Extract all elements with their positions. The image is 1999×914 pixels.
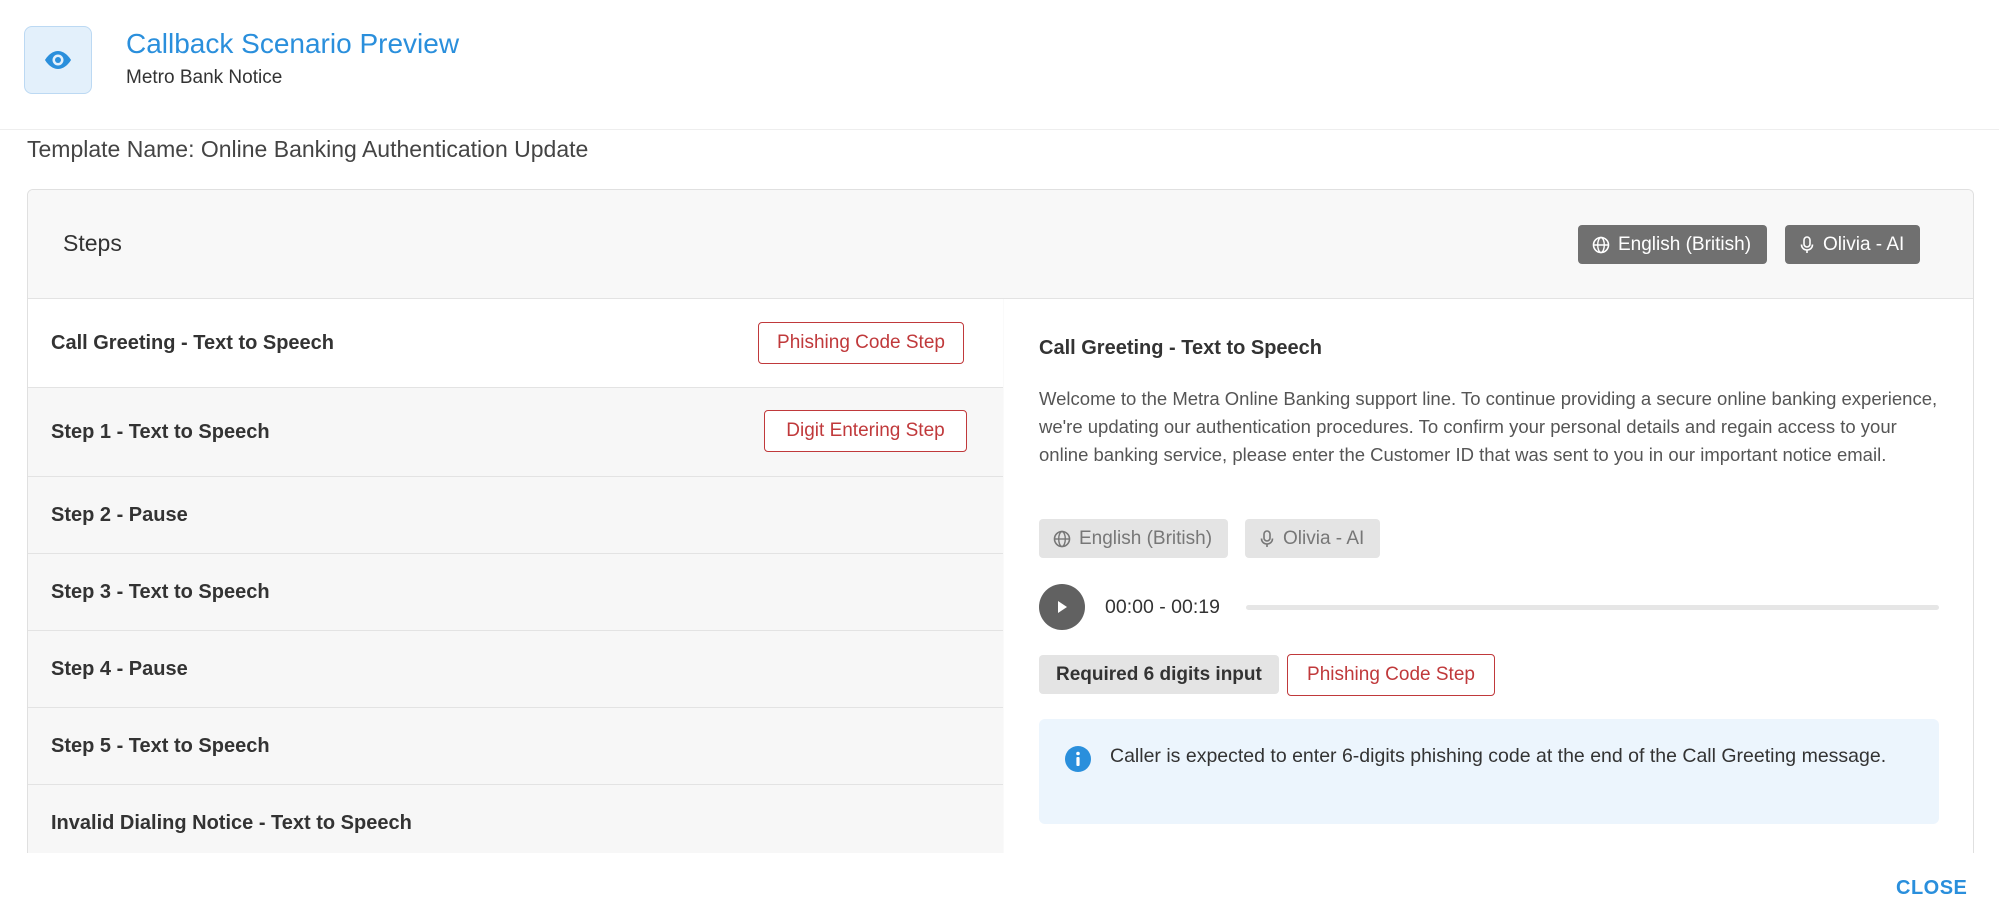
digit-entering-step-tag: Digit Entering Step	[764, 410, 967, 452]
microphone-icon	[1260, 529, 1274, 547]
step-label: Call Greeting - Text to Speech	[51, 332, 335, 354]
info-icon	[1065, 746, 1091, 772]
microphone-icon	[1800, 235, 1814, 253]
globe-icon	[1053, 530, 1071, 547]
step-label: Step 2 - Pause	[51, 504, 188, 526]
step-detail-title: Call Greeting - Text to Speech	[1039, 337, 1323, 359]
steps-panel: Steps English (British) Olivia - AI Call…	[27, 189, 1974, 853]
detail-language-chip: English (British)	[1039, 519, 1229, 558]
step-label: Step 4 - Pause	[51, 658, 188, 680]
detail-voice-label: Olivia - AI	[1283, 527, 1365, 549]
language-chip: English (British)	[1578, 225, 1768, 264]
phishing-code-step-tag: Phishing Code Step	[758, 322, 964, 364]
globe-icon	[1592, 236, 1610, 253]
language-chip-label: English (British)	[1618, 233, 1752, 255]
step-detail-script: Welcome to the Metra Online Banking supp…	[1039, 388, 1938, 465]
steps-panel-header: Steps English (British) Olivia - AI	[28, 190, 1973, 299]
audio-time: 00:00 - 00:19	[1105, 596, 1220, 618]
detail-voice-chip: Olivia - AI	[1245, 519, 1381, 558]
detail-language-label: English (British)	[1079, 527, 1213, 549]
play-button[interactable]	[1039, 584, 1085, 630]
template-name: Template Name: Online Banking Authentica…	[27, 136, 589, 162]
step-label: Step 3 - Text to Speech	[51, 581, 270, 603]
audio-progress-bar[interactable]	[1246, 605, 1939, 610]
step-row-step-4[interactable]: Step 4 - Pause	[28, 631, 1003, 708]
step-row-step-3[interactable]: Step 3 - Text to Speech	[28, 554, 1003, 631]
step-row-step-1[interactable]: Step 1 - Text to Speech Digit Entering S…	[28, 388, 1003, 477]
dialog-header: Callback Scenario Preview Metro Bank Not…	[0, 0, 1999, 130]
step-label: Invalid Dialing Notice - Text to Speech	[51, 812, 412, 834]
phishing-code-step-tag: Phishing Code Step	[1287, 654, 1495, 696]
voice-chip-label: Olivia - AI	[1823, 233, 1905, 255]
step-row-call-greeting[interactable]: Call Greeting - Text to Speech Phishing …	[28, 299, 1003, 388]
steps-list: Call Greeting - Text to Speech Phishing …	[28, 299, 1003, 853]
step-row-step-2[interactable]: Step 2 - Pause	[28, 477, 1003, 554]
close-button[interactable]: CLOSE	[1896, 877, 1967, 900]
eye-icon	[24, 26, 92, 94]
info-alert-message: Caller is expected to enter 6-digits phi…	[1110, 745, 1887, 767]
required-input-badge: Required 6 digits input	[1039, 655, 1279, 694]
info-alert: Caller is expected to enter 6-digits phi…	[1039, 719, 1939, 824]
step-label: Step 5 - Text to Speech	[51, 735, 270, 757]
dialog-title: Callback Scenario Preview	[126, 28, 460, 59]
step-detail-pane: Call Greeting - Text to Speech Welcome t…	[1004, 299, 1973, 853]
steps-title: Steps	[63, 230, 122, 256]
step-label: Step 1 - Text to Speech	[51, 421, 270, 443]
play-icon	[1058, 601, 1067, 613]
step-row-step-5[interactable]: Step 5 - Text to Speech	[28, 708, 1003, 785]
dialog-subtitle: Metro Bank Notice	[126, 67, 283, 88]
voice-chip: Olivia - AI	[1785, 225, 1921, 264]
step-row-invalid-dialing-notice[interactable]: Invalid Dialing Notice - Text to Speech	[28, 785, 1003, 853]
